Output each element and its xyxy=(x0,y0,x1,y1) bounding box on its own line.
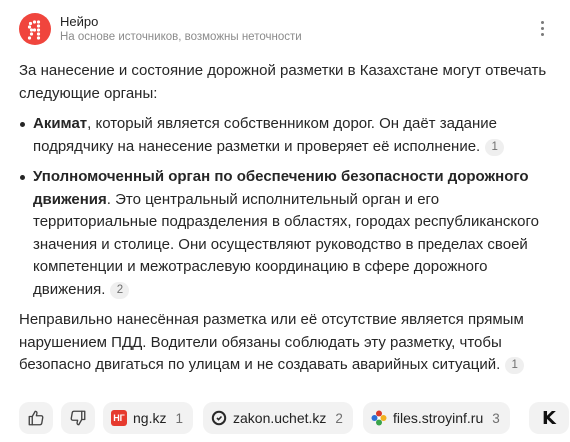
list-item-title: Акимат xyxy=(33,115,88,132)
citation-ref[interactable]: 1 xyxy=(485,138,505,156)
more-vertical-icon[interactable] xyxy=(534,17,550,39)
source-chip-stroyinf[interactable]: files.stroyinf.ru 3 xyxy=(363,402,510,434)
answer-outro: Неправильно нанесённая разметка или её о… xyxy=(19,309,554,377)
k-source-favicon: K xyxy=(542,407,556,429)
source-chip-zakon-uchet[interactable]: zakon.uchet.kz 2 xyxy=(203,402,353,434)
answer-header: Нейро На основе источников, возможны нет… xyxy=(19,11,554,45)
list-item: Уполномоченный орган по обеспечению безо… xyxy=(19,166,554,301)
list-item-text: . Это центральный исполнительный орган и… xyxy=(33,190,539,298)
like-button[interactable] xyxy=(19,402,53,434)
source-label: zakon.uchet.kz xyxy=(233,410,327,426)
citation-ref[interactable]: 1 xyxy=(505,357,525,374)
source-count: 2 xyxy=(335,410,343,426)
zakon-uchet-favicon xyxy=(211,410,227,426)
thumbs-up-icon xyxy=(28,410,44,426)
answer-intro: За нанесение и состояние дорожной размет… xyxy=(19,62,547,102)
list-item: Акимат, который является собственником д… xyxy=(19,113,554,158)
bullet-icon xyxy=(20,175,25,180)
source-label: files.stroyinf.ru xyxy=(393,410,484,426)
brand-name: Нейро xyxy=(60,14,99,29)
answer-disclaimer: На основе источников, возможны неточност… xyxy=(60,31,302,43)
source-chip-ng-kz[interactable]: НГ ng.kz 1 xyxy=(103,402,193,434)
neuro-answer-card: Нейро На основе источников, возможны нет… xyxy=(0,0,570,442)
bullet-icon xyxy=(20,122,25,127)
stroyinf-favicon xyxy=(371,410,387,426)
source-label: ng.kz xyxy=(133,410,167,426)
source-count: 3 xyxy=(492,410,500,426)
answer-outro-text: Неправильно нанесённая разметка или её о… xyxy=(19,311,524,373)
list-item-text: , который является собственником дорог. … xyxy=(33,115,498,155)
neuro-logo-icon xyxy=(19,13,51,45)
source-chip-k[interactable]: K xyxy=(529,402,569,434)
ng-kz-favicon: НГ xyxy=(111,410,127,426)
answer-body: За нанесение и состояние дорожной размет… xyxy=(19,60,554,377)
answer-footer: НГ ng.kz 1 zakon.uchet.kz 2 files.stroyi… xyxy=(19,402,570,434)
source-count: 1 xyxy=(175,410,183,426)
answer-list: Акимат, который является собственником д… xyxy=(19,113,554,301)
thumbs-down-icon xyxy=(70,410,86,426)
dislike-button[interactable] xyxy=(61,402,95,434)
citation-ref[interactable]: 2 xyxy=(110,281,130,299)
